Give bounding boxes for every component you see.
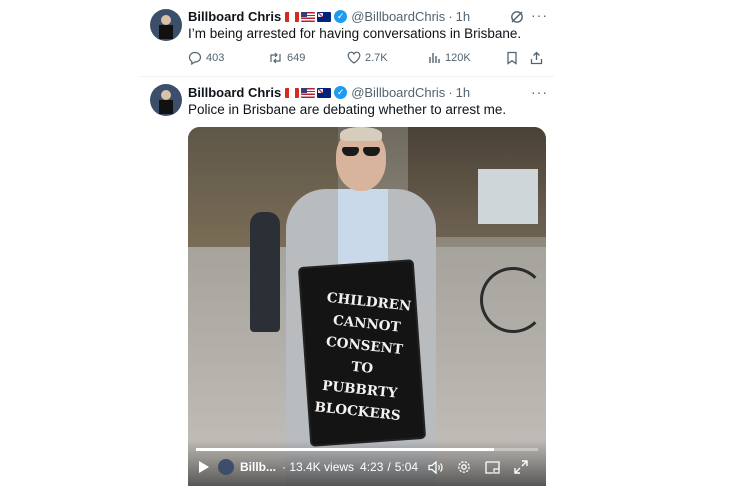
author-name[interactable]: Billboard Chris [188, 9, 281, 24]
like-icon [347, 51, 361, 64]
author-handle[interactable]: @BillboardChris [351, 9, 445, 24]
avatar[interactable] [150, 9, 182, 41]
repost-icon [268, 51, 283, 65]
tweet-time[interactable]: 1h [456, 9, 470, 24]
dot-separator: · [448, 9, 453, 24]
bicycle [480, 267, 546, 333]
tweet-text: Police in Brisbane are debating whether … [188, 102, 507, 117]
canada-flag-icon [285, 11, 300, 22]
avatar[interactable] [150, 84, 182, 116]
time-separator: / [387, 460, 391, 474]
video-controls: Billb... · 13.4K views 4:23 / 5:04 [188, 440, 546, 486]
volume-icon[interactable] [428, 460, 443, 474]
verified-badge-icon: ✓ [334, 86, 348, 99]
settings-icon[interactable] [457, 460, 471, 474]
sunglasses [340, 147, 382, 156]
video-progress-bar[interactable] [196, 448, 538, 451]
author-handle[interactable]: @BillboardChris [351, 85, 445, 100]
share-icon [530, 51, 543, 65]
reply-count: 403 [206, 52, 225, 64]
tweet-text: I’m being arrested for having conversati… [188, 26, 522, 41]
like-button[interactable]: 2.7K [347, 51, 388, 64]
views-count: 120K [445, 51, 471, 64]
us-flag-icon [301, 11, 316, 22]
reply-button[interactable]: 403 [188, 51, 224, 65]
tweet-divider [140, 76, 554, 77]
views-icon [428, 51, 441, 64]
australia-flag-icon [317, 87, 332, 98]
verified-badge-icon: ✓ [334, 10, 348, 23]
video-progress-fill [196, 448, 494, 451]
tweet-actions: 403 649 2.7K 120K [188, 51, 548, 67]
bookmark-icon [506, 51, 518, 65]
picture-in-picture-icon[interactable] [485, 460, 500, 474]
dot-separator: · [448, 85, 453, 100]
video-controls-row: Billb... · 13.4K views 4:23 / 5:04 [198, 458, 538, 476]
canada-flag-icon [285, 87, 300, 98]
us-flag-icon [301, 87, 316, 98]
author-name[interactable]: Billboard Chris [188, 85, 281, 100]
police-officer [250, 212, 280, 332]
reply-icon [188, 51, 202, 65]
timeline: Billboard Chris ✓ @BillboardChris · 1h ·… [140, 0, 554, 486]
tweet-time[interactable]: 1h [456, 85, 470, 100]
play-icon[interactable] [198, 460, 210, 474]
person-hair [340, 127, 382, 141]
sign-text: CHILDREN CANNOT CONSENT TO PUBBRTY BLOCK… [308, 286, 419, 428]
share-button[interactable] [530, 51, 543, 65]
tweet-header: Billboard Chris ✓ @BillboardChris · 1h [188, 9, 470, 24]
repost-button[interactable]: 649 [268, 51, 305, 65]
like-count: 2.7K [365, 51, 388, 64]
channel-label[interactable]: Billb... [240, 460, 276, 474]
video-current-time: 4:23 [360, 460, 384, 474]
tweet-header: Billboard Chris ✓ @BillboardChris · 1h [188, 85, 470, 100]
channel-avatar[interactable] [218, 459, 234, 475]
more-icon[interactable]: ··· [531, 84, 548, 100]
video-views: · 13.4K views [282, 460, 355, 474]
sandwich-board-sign: CHILDREN CANNOT CONSENT TO PUBBRTY BLOCK… [299, 261, 425, 445]
repost-count: 649 [287, 52, 306, 64]
australia-flag-icon [317, 11, 332, 22]
video-player[interactable]: CHILDREN CANNOT CONSENT TO PUBBRTY BLOCK… [188, 127, 546, 486]
video-duration: 5:04 [394, 460, 419, 474]
views-button[interactable]: 120K [428, 51, 471, 64]
bookmark-button[interactable] [506, 51, 518, 65]
fullscreen-icon[interactable] [514, 460, 528, 474]
more-icon[interactable]: ··· [531, 7, 548, 23]
grok-icon[interactable] [510, 10, 524, 24]
storefront-window [478, 169, 538, 224]
